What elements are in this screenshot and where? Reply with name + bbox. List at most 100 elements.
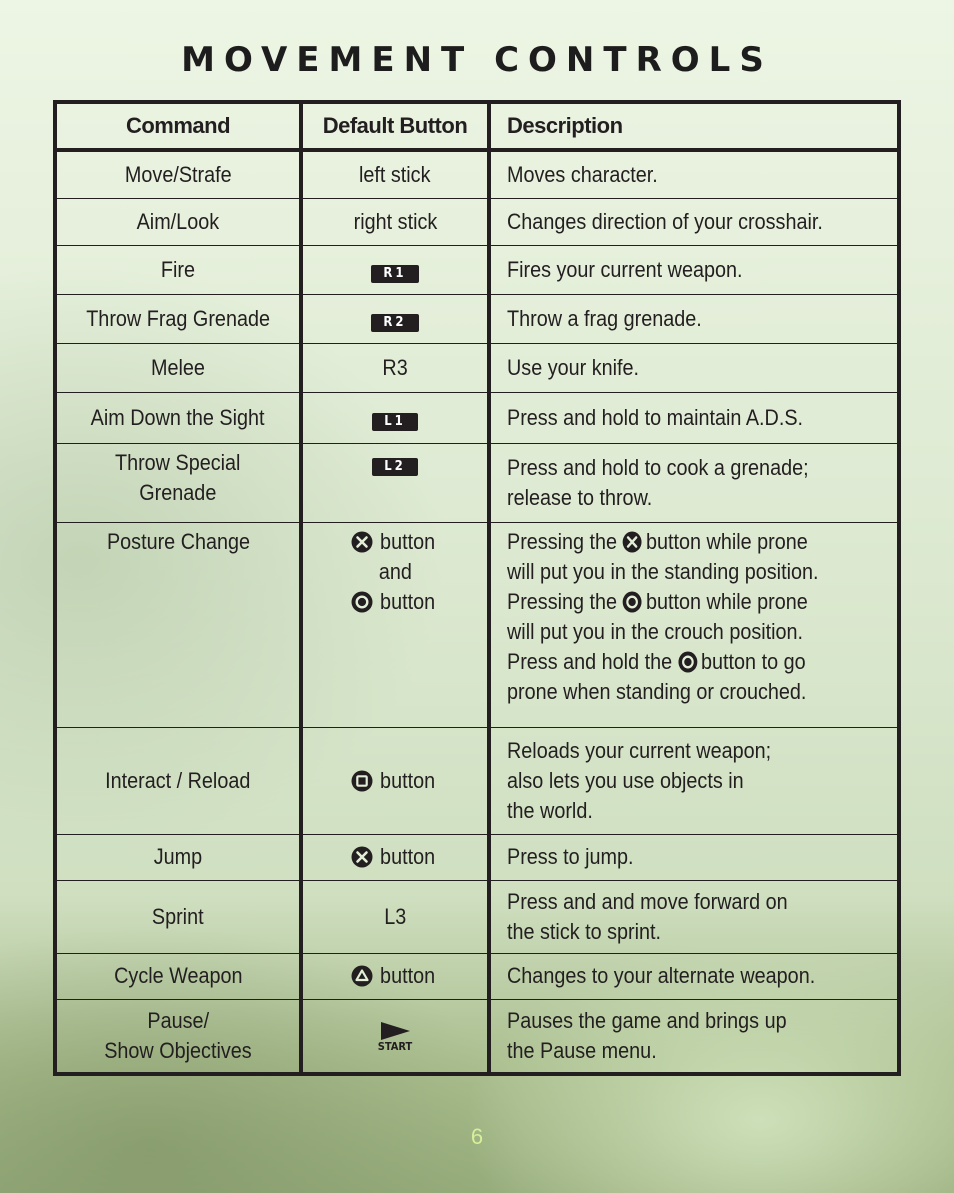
button-text: button bbox=[380, 528, 436, 554]
default-button-cell: button bbox=[301, 833, 491, 881]
description-text: Pressing the button while prone bbox=[507, 528, 808, 554]
command-cell: Pause/Show Objectives bbox=[55, 998, 303, 1075]
button-text: button bbox=[380, 844, 436, 869]
description-text: release to throw. bbox=[507, 484, 653, 510]
description-text: Changes direction of your crosshair. bbox=[507, 208, 823, 234]
command-text: Posture Change bbox=[106, 528, 250, 554]
button-text: button bbox=[380, 963, 436, 988]
command-cell: Throw Special Grenade bbox=[55, 442, 303, 523]
default-button-cell: L3 bbox=[301, 879, 491, 954]
button-text: button bbox=[380, 767, 436, 793]
description-text: will put you in the crouch position. bbox=[507, 618, 804, 644]
description-cell: Use your knife. bbox=[489, 342, 899, 393]
description-cell: Changes to your alternate weapon. bbox=[489, 952, 899, 1000]
triangle-button-icon bbox=[351, 965, 373, 987]
description-cell: Press and and move forward on the stick t… bbox=[489, 879, 899, 954]
description-text: Use your knife. bbox=[507, 354, 640, 380]
description-text: Press and and move forward on bbox=[507, 888, 788, 914]
description-cell: Pauses the game and brings up the Pause m… bbox=[489, 998, 899, 1075]
description-text: Moves character. bbox=[507, 161, 658, 187]
description-text: Press and hold to cook a grenade; bbox=[507, 454, 809, 480]
page-title: MOVEMENT CONTROLS bbox=[181, 40, 773, 80]
command-text: Throw Special bbox=[115, 449, 241, 475]
description-text: the Pause menu. bbox=[507, 1037, 657, 1063]
table-header-row: Command Default Button Description bbox=[55, 101, 899, 152]
description-cell: Moves character. bbox=[489, 149, 899, 199]
description-cell: Throw a frag grenade. bbox=[489, 293, 899, 344]
default-button-cell: right stick bbox=[301, 197, 491, 246]
command-text: Jump bbox=[153, 844, 203, 869]
description-text: the stick to sprint. bbox=[507, 918, 662, 944]
command-text: Throw Frag Grenade bbox=[86, 305, 270, 331]
command-text: Melee bbox=[151, 354, 205, 380]
default-button-cell: R2 bbox=[301, 293, 491, 344]
description-text: Throw a frag grenade. bbox=[507, 305, 702, 331]
command-text: Interact / Reload bbox=[105, 767, 251, 793]
table-row: Interact / Reload button Reloads your curr… bbox=[55, 726, 899, 835]
table-row: Posture Change button and button Pressing th… bbox=[55, 521, 899, 728]
table-row: Throw Frag Grenade R2 Throw a frag grenade… bbox=[55, 293, 899, 344]
button-text: right stick bbox=[353, 208, 437, 234]
description-text: Pressing the button while prone bbox=[507, 588, 808, 614]
l2-button-icon: L2 bbox=[372, 457, 418, 476]
page-number: 6 bbox=[470, 1124, 484, 1149]
description-cell: Reloads your current weapon; also lets yo… bbox=[489, 726, 899, 835]
command-cell: Sprint bbox=[55, 879, 303, 954]
description-text: Press and hold to maintain A.D.S. bbox=[507, 404, 804, 430]
command-text: Move/Strafe bbox=[124, 161, 232, 187]
cross-button-icon bbox=[351, 846, 373, 868]
description-text: Press and hold the button to go bbox=[507, 648, 806, 674]
r1-button-icon: R1 bbox=[371, 264, 419, 283]
column-header-default-button: Default Button bbox=[301, 101, 491, 152]
command-text: Grenade bbox=[139, 479, 217, 505]
l1-button-icon: L1 bbox=[372, 412, 418, 431]
command-cell: Move/Strafe bbox=[55, 149, 303, 199]
table-row: Aim/Look right stick Changes direction of … bbox=[55, 197, 899, 246]
default-button-cell: START bbox=[301, 998, 491, 1075]
command-cell: Aim Down the Sight bbox=[55, 391, 303, 444]
movement-controls-table: Command Default Button Description Move/… bbox=[53, 100, 901, 1076]
default-button-cell: L2 bbox=[301, 442, 491, 523]
table-body: Move/Strafe left stick Moves character. Aim… bbox=[55, 149, 899, 1075]
command-cell: Fire bbox=[55, 244, 303, 295]
table-row: Fire R1 Fires your current weapon. bbox=[55, 244, 899, 295]
default-button-cell: button and button bbox=[301, 521, 491, 728]
default-button-cell: left stick bbox=[301, 149, 491, 199]
table-row: Aim Down the Sight L1 Press and hold to ma… bbox=[55, 391, 899, 444]
button-text: button bbox=[380, 588, 436, 614]
button-text: R3 bbox=[382, 354, 408, 380]
button-text: and bbox=[378, 558, 412, 584]
command-cell: Interact / Reload bbox=[55, 726, 303, 835]
button-text: L3 bbox=[383, 903, 407, 929]
table-row: Melee R3 Use your knife. bbox=[55, 342, 899, 393]
table-row: Jump button Press to jump. bbox=[55, 833, 899, 881]
r2-button-icon: R2 bbox=[371, 313, 419, 332]
table-row: Throw Special Grenade L2 Press and hold to … bbox=[55, 442, 899, 523]
description-cell: Changes direction of your crosshair. bbox=[489, 197, 899, 246]
button-text: left stick bbox=[359, 161, 431, 187]
default-button-cell: R3 bbox=[301, 342, 491, 393]
description-text: Changes to your alternate weapon. bbox=[507, 963, 816, 988]
table-row: Pause/Show Objectives START Pauses the gam… bbox=[55, 998, 899, 1075]
default-button-cell: L1 bbox=[301, 391, 491, 444]
command-cell: Throw Frag Grenade bbox=[55, 293, 303, 344]
start-label: START bbox=[377, 1039, 413, 1053]
table-row: Move/Strafe left stick Moves character. bbox=[55, 149, 899, 199]
description-text: the world. bbox=[507, 797, 593, 823]
description-text: Press to jump. bbox=[507, 844, 634, 869]
default-button-cell: button bbox=[301, 952, 491, 1000]
description-cell: Press to jump. bbox=[489, 833, 899, 881]
description-text: will put you in the standing position. bbox=[507, 558, 819, 584]
circle-button-icon bbox=[678, 651, 698, 673]
command-cell: Posture Change bbox=[55, 521, 303, 728]
command-text: Pause/ bbox=[147, 1007, 209, 1033]
cross-button-icon bbox=[623, 531, 643, 553]
command-cell: Melee bbox=[55, 342, 303, 393]
circle-button-icon bbox=[351, 591, 373, 613]
description-cell: Press and hold to cook a grenade; release… bbox=[489, 442, 899, 523]
cross-button-icon bbox=[351, 531, 373, 553]
description-text: Fires your current weapon. bbox=[507, 256, 743, 282]
default-button-cell: R1 bbox=[301, 244, 491, 295]
description-cell: Pressing the button while prone will put … bbox=[489, 521, 899, 728]
column-header-description: Description bbox=[489, 101, 899, 152]
